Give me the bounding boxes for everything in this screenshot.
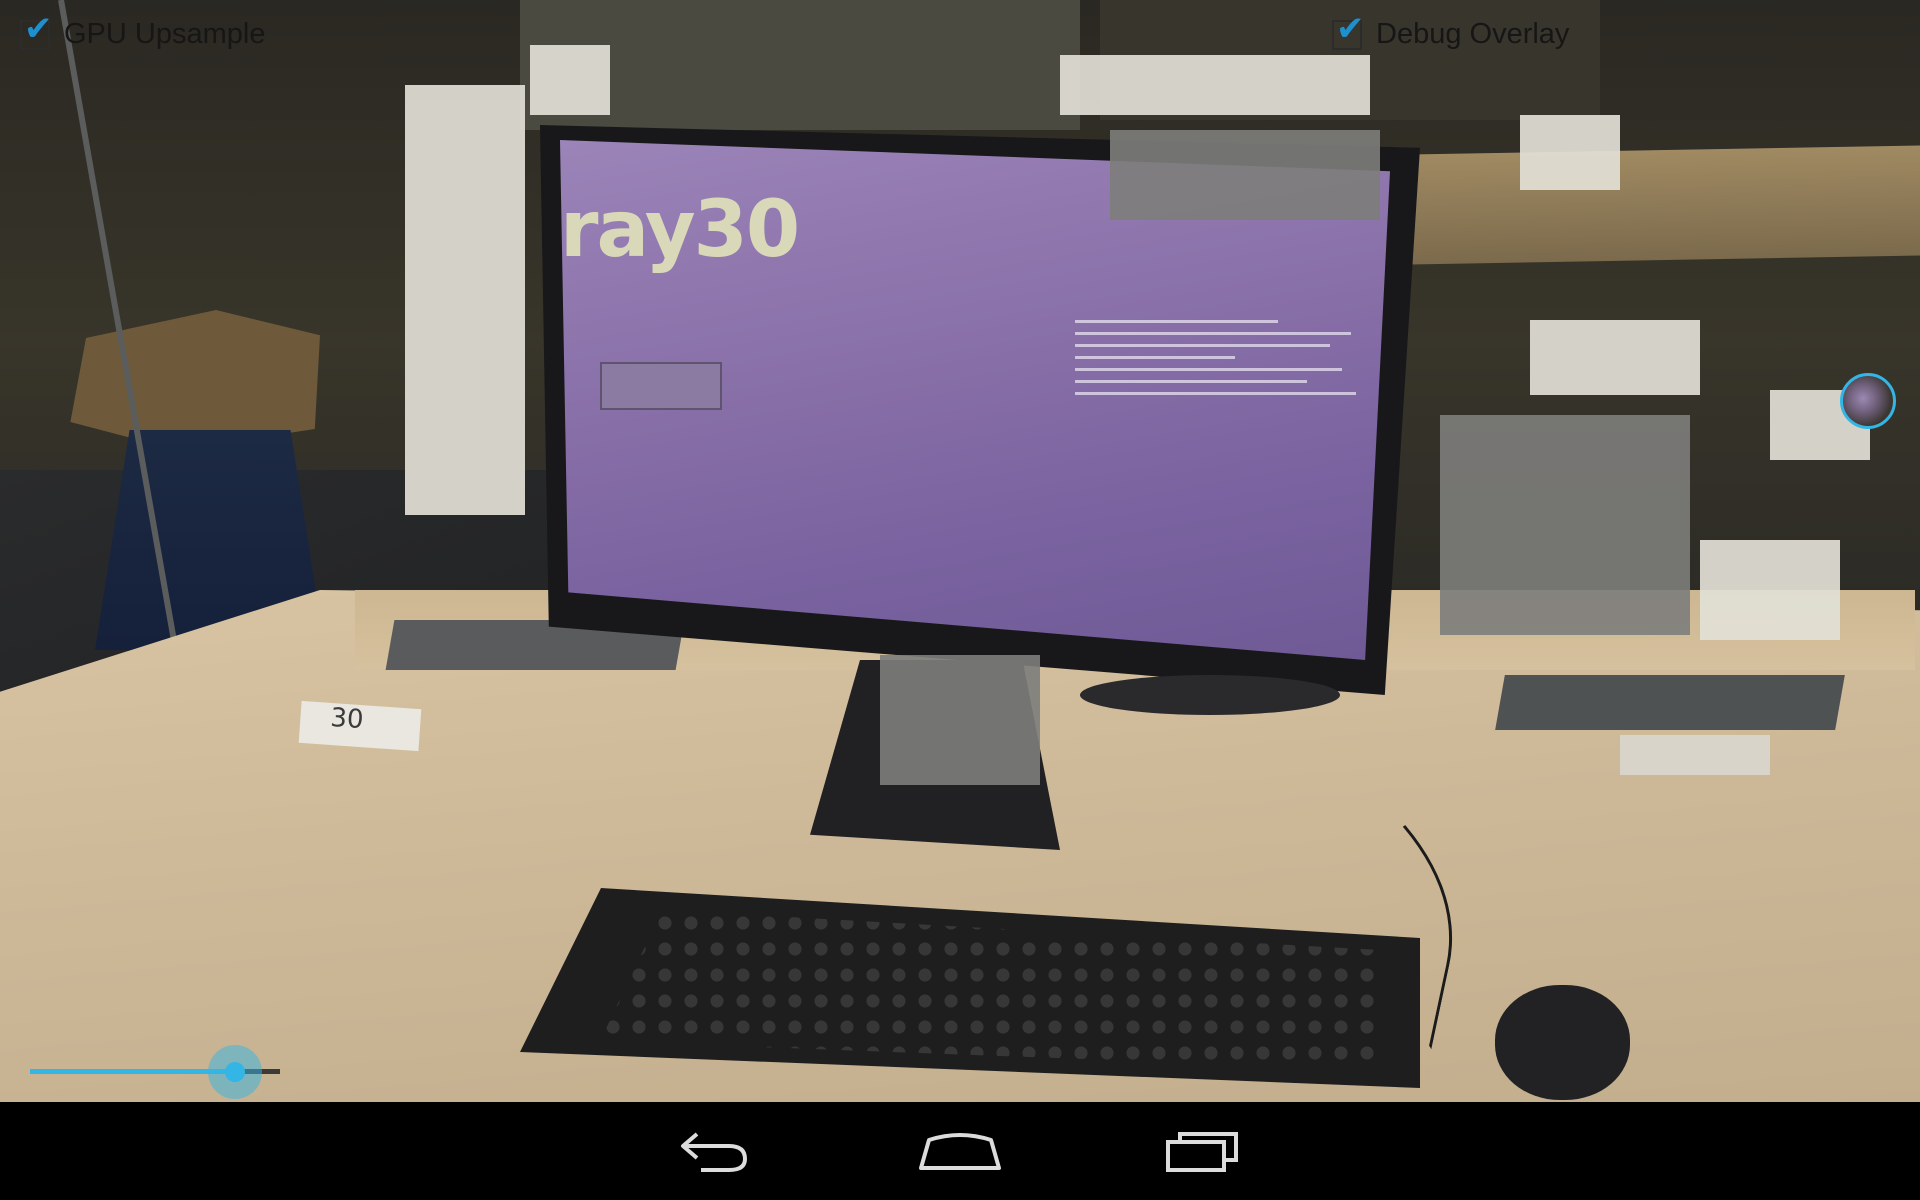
camera-view: 30 ray30 ✔ GPU Upsample ✔ Debug Overlay (0, 0, 1920, 1102)
desk-number-card: 30 (298, 700, 422, 752)
parameter-slider[interactable] (30, 1045, 280, 1099)
screen-document (1075, 320, 1365, 450)
scan-patch (1060, 55, 1370, 115)
gpu-upsample-label: GPU Upsample (64, 18, 266, 50)
home-button[interactable] (888, 1102, 1033, 1200)
scan-patch (1530, 320, 1700, 395)
scan-patch (530, 45, 610, 115)
checkbox-box[interactable]: ✔ (1332, 12, 1365, 50)
home-icon (919, 1133, 1001, 1170)
back-button[interactable] (643, 1102, 788, 1200)
checkbox-box[interactable]: ✔ (20, 12, 53, 50)
camera-thumbnail-icon[interactable] (1840, 373, 1896, 429)
screen-title: ray30 (560, 185, 800, 275)
mouse (1495, 985, 1630, 1100)
slider-thumb-core (225, 1062, 245, 1082)
debug-overlay-label: Debug Overlay (1376, 18, 1570, 50)
back-desk (1410, 145, 1920, 265)
scan-patch (1110, 130, 1380, 220)
check-icon: ✔ (24, 8, 53, 49)
navigation-bar (0, 1102, 1920, 1200)
desk-card (1620, 735, 1770, 775)
debug-overlay-checkbox[interactable]: ✔ Debug Overlay (1332, 12, 1570, 51)
scan-patch (1440, 415, 1690, 635)
check-icon: ✔ (1336, 8, 1365, 49)
recents-button[interactable] (1133, 1102, 1278, 1200)
screen-dialog (600, 362, 722, 410)
scan-patch (1700, 540, 1840, 640)
gpu-upsample-checkbox[interactable]: ✔ GPU Upsample (20, 12, 266, 51)
recents-icon (1166, 1132, 1238, 1172)
scan-patch (1520, 115, 1620, 190)
back-icon (681, 1132, 748, 1172)
slider-thumb[interactable] (208, 1045, 262, 1099)
slider-fill (30, 1069, 235, 1074)
scan-patch (880, 655, 1040, 785)
power-strip (1495, 675, 1845, 730)
scan-patch (405, 85, 525, 515)
